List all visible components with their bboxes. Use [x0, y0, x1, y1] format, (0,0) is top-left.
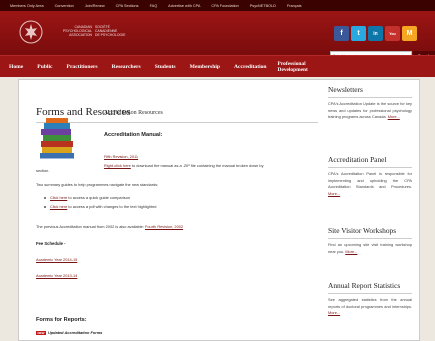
right-click-paragraph: Right-click here to download the manual …	[104, 163, 264, 168]
content-panel: Forms and Resources Accreditation Resour…	[18, 79, 420, 341]
top-nav-advertise[interactable]: Advertise with CPA	[168, 4, 200, 8]
top-nav-foundation[interactable]: CPA Foundation	[211, 4, 238, 8]
top-navigation: Members Only Area Convention Join/Renew …	[0, 0, 435, 11]
pdf-changes-link[interactable]: Click here	[50, 204, 67, 209]
page-title: Forms and Resources	[36, 106, 131, 118]
more-link[interactable]: More...	[328, 310, 340, 315]
quick-guide-link[interactable]: Click here	[50, 195, 67, 200]
sidebar-divider	[328, 167, 412, 168]
sidebar-text: Find an upcoming site visit training wor…	[328, 242, 412, 254]
updated-forms-item: NEW Updated Accreditation Forms	[36, 330, 102, 335]
list-item: Click here to access a quick guide compa…	[44, 195, 130, 200]
nav-public[interactable]: Public	[37, 64, 52, 70]
summary-guides-text: Two summary guides to help programmes na…	[36, 182, 159, 187]
more-link[interactable]: More...	[388, 114, 400, 119]
previous-manual-text: The previous Accreditation manual from 2…	[36, 224, 184, 229]
sidebar-text: See aggregated statistics from the annua…	[328, 297, 412, 315]
org-name-french: SOCIÉTÉ CANADIENNE DE PSYCHOLOGIE	[95, 25, 126, 38]
bullet-icon	[44, 196, 46, 199]
facebook-icon[interactable]: f	[334, 26, 349, 41]
sidebar-heading: Accreditation Panel	[328, 155, 387, 164]
new-badge: NEW	[36, 330, 46, 335]
top-nav-faq[interactable]: FAQ	[150, 4, 158, 8]
nav-accreditation[interactable]: Accreditation	[234, 64, 267, 70]
sidebar-text: CPA's Accreditation Panel is responsible…	[328, 171, 412, 196]
youtube-icon[interactable]: You	[385, 26, 400, 41]
top-nav-convention[interactable]: Convention	[55, 4, 74, 8]
academic-year-2014-link[interactable]: Academic Year 2014-15	[36, 257, 77, 262]
nav-students[interactable]: Students	[155, 64, 176, 70]
section-text: section.	[36, 168, 50, 173]
nav-researchers[interactable]: Researchers	[112, 64, 141, 70]
sidebar-block-panel: Accreditation Panel CPA's Accreditation …	[328, 155, 412, 197]
nav-membership[interactable]: Membership	[190, 64, 220, 70]
resources-heading: Accreditation Resources	[104, 110, 163, 116]
main-navigation: Home Public Practitioners Researchers St…	[0, 55, 435, 77]
sidebar-divider	[328, 293, 412, 294]
top-nav-join[interactable]: Join/Renew	[85, 4, 105, 8]
academic-year-2013-link[interactable]: Academic Year 2013-14	[36, 273, 77, 278]
manual-heading: Accreditation Manual:	[104, 132, 163, 138]
updated-forms-link[interactable]: Updated Accreditation Forms	[48, 330, 102, 335]
fee-schedule-heading: Fee Schedule -	[36, 241, 66, 246]
top-nav-sections[interactable]: CPA Sections	[116, 4, 139, 8]
sidebar-heading: Site Visitor Workshops	[328, 226, 397, 235]
header-banner: CANADIAN PSYCHOLOGICAL ASSOCIATION SOCIÉ…	[0, 11, 435, 60]
magazine-icon[interactable]: M	[402, 26, 417, 41]
nav-practitioners[interactable]: Practitioners	[67, 64, 98, 70]
sidebar-block-statistics: Annual Report Statistics See aggregated …	[328, 281, 412, 317]
nav-home[interactable]: Home	[9, 64, 23, 70]
sidebar-text: CPA's Accreditation Update is the source…	[328, 101, 412, 119]
title-divider	[36, 122, 318, 123]
nav-professional-development[interactable]: Professional Development	[278, 61, 308, 73]
social-links: f t in You M	[334, 26, 417, 41]
fourth-revision-link[interactable]: Fourth Revision, 2002	[145, 224, 183, 229]
sidebar-block-workshops: Site Visitor Workshops Find an upcoming …	[328, 226, 412, 255]
top-nav-francais[interactable]: Français	[287, 4, 302, 8]
sidebar-heading: Newsletters	[328, 85, 363, 94]
sidebar-divider	[328, 238, 412, 239]
fifth-revision-link[interactable]: Fifth Revision, 2011	[104, 154, 138, 159]
main-content: Forms and Resources Accreditation Resour…	[36, 80, 318, 335]
more-link[interactable]: More...	[345, 249, 357, 254]
bullet-icon	[44, 205, 46, 208]
top-nav-members[interactable]: Members Only Area	[10, 4, 44, 8]
org-name-english: CANADIAN PSYCHOLOGICAL ASSOCIATION	[62, 25, 92, 38]
more-link[interactable]: More...	[328, 191, 340, 196]
sidebar-heading: Annual Report Statistics	[328, 281, 401, 290]
list-item: Click here to access a pdf with changes …	[44, 204, 156, 209]
books-icon	[40, 118, 74, 159]
twitter-icon[interactable]: t	[351, 26, 366, 41]
sidebar-divider	[328, 97, 412, 98]
cpa-logo-icon[interactable]	[18, 19, 44, 45]
sidebar-block-newsletters: Newsletters CPA's Accreditation Update i…	[328, 85, 412, 121]
top-nav-psycnet[interactable]: PsycNETBOLD	[250, 4, 276, 8]
right-click-link[interactable]: Right-click here	[104, 163, 131, 168]
forms-heading: Forms for Reports:	[36, 317, 87, 323]
linkedin-icon[interactable]: in	[368, 26, 383, 41]
